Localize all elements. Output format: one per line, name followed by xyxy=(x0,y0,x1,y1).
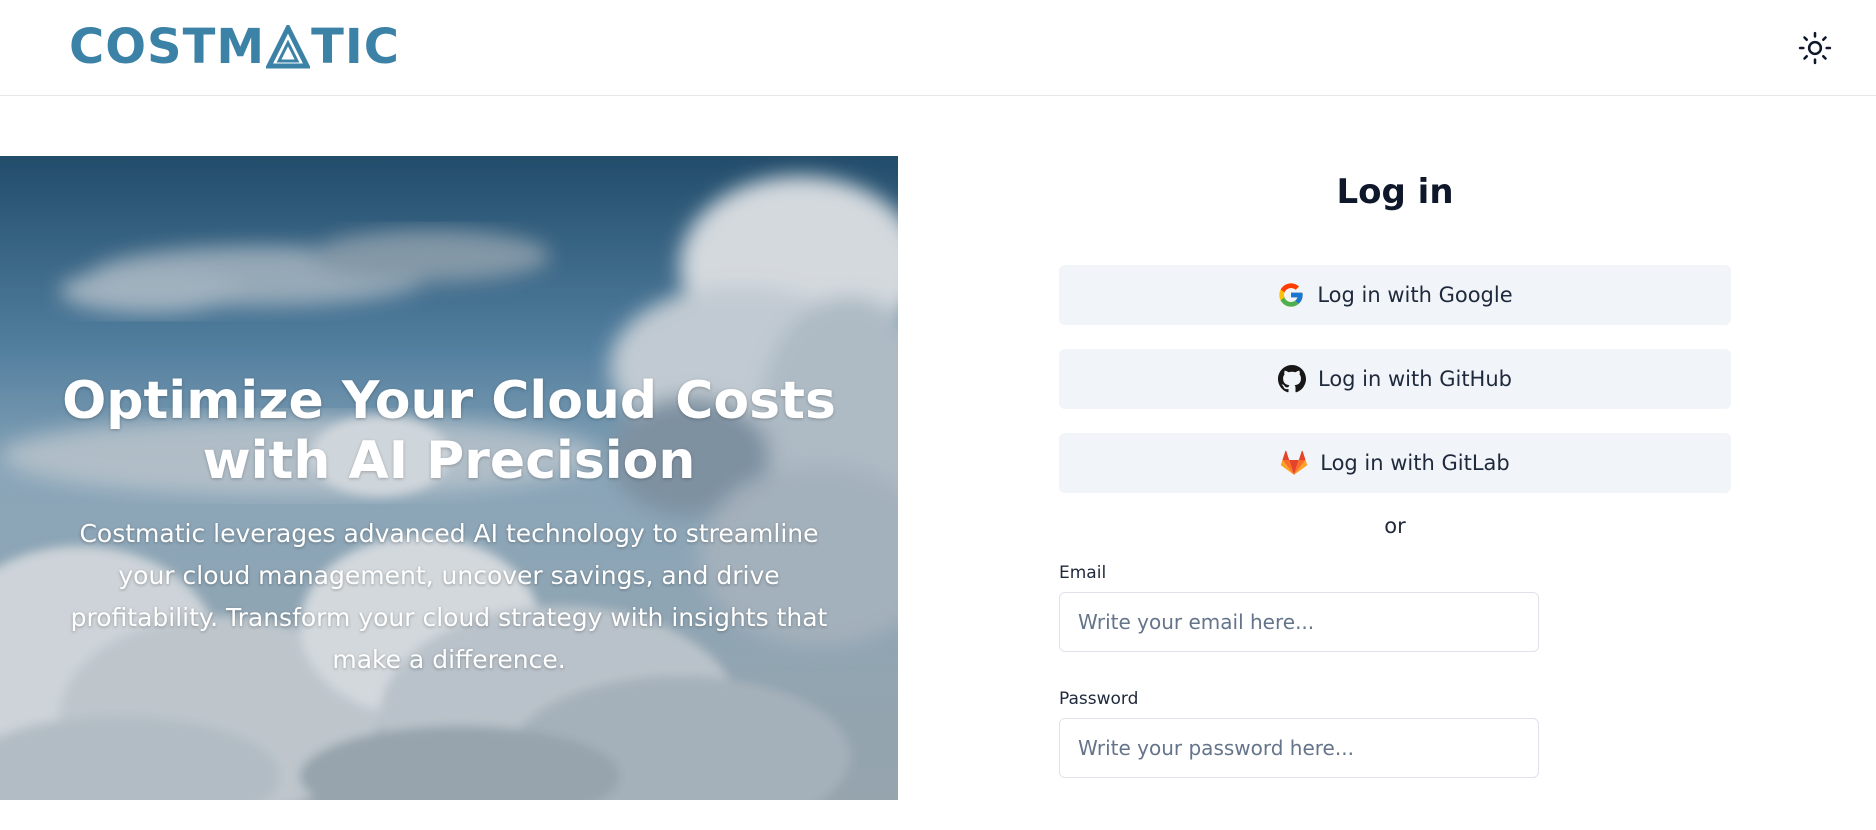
hero-content: Optimize Your Cloud Costs with AI Precis… xyxy=(0,156,898,800)
logo-text-start: COSTM xyxy=(69,19,266,75)
top-header: COSTM TIC xyxy=(0,0,1876,96)
gitlab-icon xyxy=(1281,450,1308,475)
sun-icon xyxy=(1798,31,1832,65)
github-icon xyxy=(1277,365,1306,393)
costmatic-logo[interactable]: COSTM TIC xyxy=(69,22,400,72)
email-input[interactable] xyxy=(1059,592,1539,652)
password-input[interactable] xyxy=(1059,718,1539,778)
logo-triangle-icon xyxy=(265,22,312,69)
hero-description: Costmatic leverages advanced AI technolo… xyxy=(70,519,828,674)
login-with-gitlab-button[interactable]: Log in with GitLab xyxy=(1059,433,1731,493)
github-button-label: Log in with GitHub xyxy=(1317,367,1512,391)
login-with-github-button[interactable]: Log in with GitHub xyxy=(1059,349,1731,409)
theme-toggle-button[interactable] xyxy=(1796,29,1834,67)
hero-title: Optimize Your Cloud Costs with AI Precis… xyxy=(62,371,836,491)
login-with-google-button[interactable]: Log in with Google xyxy=(1059,265,1731,325)
google-icon xyxy=(1279,283,1304,307)
password-label: Password xyxy=(1059,689,1139,709)
login-title: Log in xyxy=(1336,172,1454,212)
or-divider: or xyxy=(1384,514,1406,538)
hero-banner: Optimize Your Cloud Costs with AI Precis… xyxy=(0,156,898,800)
email-label: Email xyxy=(1059,563,1107,583)
google-button-label: Log in with Google xyxy=(1317,283,1513,307)
logo-text-end: TIC xyxy=(311,19,400,75)
gitlab-button-label: Log in with GitLab xyxy=(1320,451,1510,475)
